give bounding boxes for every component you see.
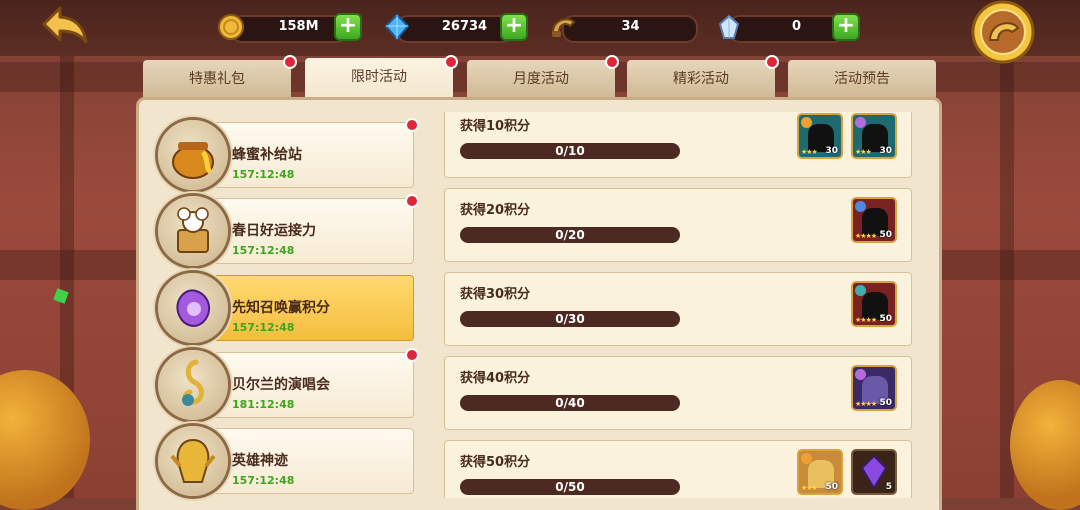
add-gold-button[interactable]: + xyxy=(334,13,362,41)
event-item-honey-supply[interactable]: 蜂蜜补给站 157:12:48 xyxy=(150,116,414,190)
event-item-concert[interactable]: 贝尔兰的演唱会 181:12:48 xyxy=(150,346,414,420)
reward-goal-label: 获得20积分 xyxy=(460,203,531,218)
notification-dot xyxy=(444,55,458,69)
notification-dot xyxy=(405,118,419,132)
reward-goal-label: 获得30积分 xyxy=(460,287,531,302)
progress-bar: 0/20 xyxy=(460,227,680,243)
event-name: 春日好运接力 xyxy=(232,223,316,239)
progress-text: 0/20 xyxy=(555,228,585,242)
event-timer: 157:12:48 xyxy=(232,321,295,334)
notification-dot xyxy=(283,55,297,69)
bush-decoration xyxy=(0,370,90,510)
hero-level: 50 xyxy=(879,314,892,324)
resource-crystal: 0 + xyxy=(714,13,864,43)
horn-token-amount: 34 xyxy=(621,19,640,34)
progress-bar: 0/50 xyxy=(460,479,680,495)
event-timer: 157:12:48 xyxy=(232,168,295,181)
tab-event-preview[interactable]: 活动预告 xyxy=(788,60,936,100)
notification-dot xyxy=(605,55,619,69)
tab-special-offer[interactable]: 特惠礼包 xyxy=(143,60,291,100)
hero-reward-card[interactable]: ★★★ 30 xyxy=(797,113,843,159)
event-name: 贝尔兰的演唱会 xyxy=(232,377,330,393)
reward-row: 获得20积分 0/20 ★★★★ 50 xyxy=(444,188,912,262)
treble-clef-icon xyxy=(158,350,228,420)
hero-reward-card[interactable]: ★★★★ 50 xyxy=(851,281,897,327)
diamond-icon xyxy=(384,13,410,41)
stars-icon: ★★★★ xyxy=(855,232,877,240)
hero-level: 30 xyxy=(825,146,838,156)
prophet-orb-icon xyxy=(158,273,228,343)
honey-pot-icon xyxy=(158,120,228,190)
reward-list[interactable]: 获得10积分 0/10 ★★★ 30 ★★★ 30 获得20积分 0/20 ★★★★… xyxy=(444,112,914,498)
reward-row: 获得50积分 0/50 ★★★ 50 5 xyxy=(444,440,912,498)
crystal-icon xyxy=(718,14,740,39)
resource-gold: 158M + xyxy=(216,13,366,43)
gold-coin-icon xyxy=(218,14,244,40)
event-item-spring-relay[interactable]: 春日好运接力 157:12:48 xyxy=(150,192,414,266)
top-bar: 158M + 26734 + 34 0 + xyxy=(0,0,1080,64)
reward-row: 获得30积分 0/30 ★★★★ 50 xyxy=(444,272,912,346)
event-name: 先知召唤赢积分 xyxy=(232,300,330,316)
gem-reward-card[interactable]: 5 xyxy=(851,449,897,495)
hero-level: 50 xyxy=(879,230,892,240)
reward-row: 获得40积分 0/40 ★★★★ 50 xyxy=(444,356,912,430)
progress-bar: 0/10 xyxy=(460,143,680,159)
stars-icon: ★★★ xyxy=(855,148,872,156)
horn-avatar-icon xyxy=(971,0,1035,64)
event-timer: 157:12:48 xyxy=(232,474,295,487)
player-avatar-button[interactable] xyxy=(966,0,1040,64)
stars-icon: ★★★ xyxy=(801,484,818,492)
hero-level: 30 xyxy=(879,146,892,156)
progress-text: 0/10 xyxy=(555,144,585,158)
back-arrow-icon xyxy=(42,6,88,44)
bush-decoration xyxy=(1010,380,1080,510)
golden-hero-icon xyxy=(158,426,228,496)
hero-reward-card[interactable]: ★★★ 30 xyxy=(851,113,897,159)
reward-goal-label: 获得40积分 xyxy=(460,371,531,386)
progress-text: 0/50 xyxy=(555,480,585,494)
event-name: 蜂蜜补给站 xyxy=(232,147,302,163)
progress-bar: 0/40 xyxy=(460,395,680,411)
resource-horn-token: 34 xyxy=(548,13,698,43)
event-list[interactable]: 蜂蜜补给站 157:12:48 春日好运接力 157:12:48 先知召唤赢积分… xyxy=(150,112,425,498)
lucky-cat-icon xyxy=(158,196,228,266)
event-item-prophet-summon[interactable]: 先知召唤赢积分 157:12:48 xyxy=(150,269,414,343)
notification-dot xyxy=(405,348,419,362)
reward-goal-label: 获得10积分 xyxy=(460,119,531,134)
tab-monthly-event[interactable]: 月度活动 xyxy=(467,60,615,100)
hero-level: 50 xyxy=(825,482,838,492)
hero-reward-card[interactable]: ★★★★ 50 xyxy=(851,365,897,411)
stars-icon: ★★★★ xyxy=(855,400,877,408)
notification-dot xyxy=(405,194,419,208)
tab-featured-event[interactable]: 精彩活动 xyxy=(627,60,775,100)
progress-text: 0/30 xyxy=(555,312,585,326)
progress-text: 0/40 xyxy=(555,396,585,410)
event-item-hero-miracle[interactable]: 英雄神迹 157:12:48 xyxy=(150,422,414,496)
event-timer: 181:12:48 xyxy=(232,398,295,411)
reward-goal-label: 获得50积分 xyxy=(460,455,531,470)
progress-bar: 0/30 xyxy=(460,311,680,327)
notification-dot xyxy=(765,55,779,69)
back-button[interactable] xyxy=(40,4,90,46)
hero-reward-card[interactable]: ★★★★ 50 xyxy=(851,197,897,243)
add-crystal-button[interactable]: + xyxy=(832,13,860,41)
horn-token-icon xyxy=(551,18,576,37)
stars-icon: ★★★ xyxy=(801,148,818,156)
add-diamond-button[interactable]: + xyxy=(500,13,528,41)
event-name: 英雄神迹 xyxy=(232,453,288,469)
hero-level: 50 xyxy=(879,398,892,408)
reward-row: 获得10积分 0/10 ★★★ 30 ★★★ 30 xyxy=(444,112,912,178)
stars-icon: ★★★★ xyxy=(855,316,877,324)
resource-diamond: 26734 + xyxy=(382,13,532,43)
event-timer: 157:12:48 xyxy=(232,244,295,257)
item-count: 5 xyxy=(885,482,892,492)
tab-limited-event[interactable]: 限时活动 xyxy=(305,58,453,104)
hero-reward-card[interactable]: ★★★ 50 xyxy=(797,449,843,495)
